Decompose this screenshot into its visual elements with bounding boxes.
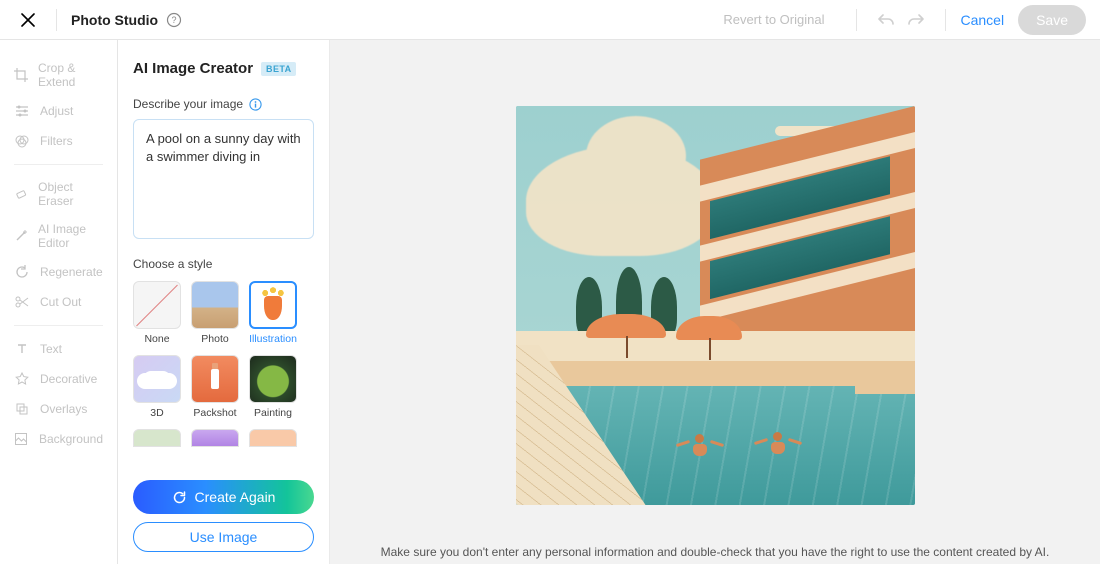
- redo-icon: [907, 12, 925, 28]
- style-label: Packshot: [191, 407, 239, 419]
- prompt-input[interactable]: [133, 119, 314, 239]
- style-option-painting[interactable]: [249, 355, 297, 403]
- use-image-button[interactable]: Use Image: [133, 522, 314, 552]
- regenerate-icon: [172, 490, 187, 505]
- style-option-illustration[interactable]: [249, 281, 297, 329]
- undo-button[interactable]: [877, 12, 895, 28]
- create-again-label: Create Again: [195, 489, 276, 505]
- overlays-icon: [14, 401, 30, 417]
- cancel-button[interactable]: Cancel: [960, 12, 1004, 28]
- sidebar-item-label: AI Image Editor: [38, 222, 103, 250]
- style-option-3d[interactable]: [133, 355, 181, 403]
- divider: [14, 325, 103, 326]
- sidebar-item-label: Cut Out: [40, 295, 81, 309]
- style-label: Photo: [191, 333, 239, 345]
- style-label: 3D: [133, 407, 181, 419]
- style-option-packshot[interactable]: [191, 355, 239, 403]
- sidebar-item-adjust[interactable]: Adjust: [0, 96, 117, 126]
- sidebar-item-text[interactable]: Text: [0, 334, 117, 364]
- style-label: None: [133, 333, 181, 345]
- style-option-partial[interactable]: [133, 429, 181, 447]
- divider: [945, 9, 946, 31]
- sidebar-item-label: Adjust: [40, 104, 73, 118]
- choose-style-label: Choose a style: [133, 257, 314, 271]
- edit-panel: AI Image Creator BETA Describe your imag…: [118, 40, 329, 564]
- svg-text:?: ?: [172, 15, 177, 25]
- wand-icon: [14, 228, 28, 244]
- styles-grid: None Photo Illustration 3D Packshot: [133, 281, 314, 472]
- sidebar-item-label: Object Eraser: [38, 180, 103, 208]
- divider: [56, 9, 57, 31]
- sidebar-item-label: Decorative: [40, 372, 97, 386]
- background-icon: [14, 431, 29, 447]
- crop-icon: [14, 67, 28, 83]
- canvas-area: Make sure you don't enter any personal i…: [329, 40, 1100, 564]
- style-label: Illustration: [249, 333, 297, 345]
- sidebar-item-overlays[interactable]: Overlays: [0, 394, 117, 424]
- style-option-photo[interactable]: [191, 281, 239, 329]
- beta-badge: BETA: [261, 62, 296, 76]
- undo-icon: [877, 12, 895, 28]
- regenerate-icon: [14, 264, 30, 280]
- sidebar-item-label: Filters: [40, 134, 73, 148]
- sidebar-item-label: Background: [39, 432, 103, 446]
- sidebar-item-crop[interactable]: Crop & Extend: [0, 54, 117, 96]
- sidebar-item-label: Text: [40, 342, 62, 356]
- close-icon: [21, 13, 35, 27]
- help-icon: ?: [166, 12, 182, 28]
- top-bar: Photo Studio ? Revert to Original Cancel…: [0, 0, 1100, 40]
- sidebar-item-background[interactable]: Background: [0, 424, 117, 454]
- scissors-icon: [14, 294, 30, 310]
- main: Crop & Extend Adjust Filters Object Eras…: [0, 40, 1100, 564]
- close-button[interactable]: [14, 13, 42, 27]
- sidebar-item-regenerate[interactable]: Regenerate: [0, 257, 117, 287]
- sidebar-item-ai-editor[interactable]: AI Image Editor: [0, 215, 117, 257]
- sidebar-item-label: Crop & Extend: [38, 61, 103, 89]
- eraser-icon: [14, 186, 28, 202]
- divider: [856, 9, 857, 31]
- describe-label: Describe your image: [133, 97, 243, 111]
- style-option-partial[interactable]: [191, 429, 239, 447]
- info-icon: [249, 98, 262, 111]
- sidebar-item-label: Regenerate: [40, 265, 103, 279]
- redo-button[interactable]: [907, 12, 925, 28]
- text-icon: [14, 341, 30, 357]
- generated-image-preview[interactable]: [516, 106, 915, 505]
- create-again-button[interactable]: Create Again: [133, 480, 314, 514]
- style-option-none[interactable]: [133, 281, 181, 329]
- info-button[interactable]: [249, 98, 262, 111]
- adjust-icon: [14, 103, 30, 119]
- ai-disclaimer: Make sure you don't enter any personal i…: [361, 545, 1070, 559]
- sidebar-item-cutout[interactable]: Cut Out: [0, 287, 117, 317]
- sidebar-item-eraser[interactable]: Object Eraser: [0, 173, 117, 215]
- save-button[interactable]: Save: [1018, 5, 1086, 35]
- sidebar-item-decorative[interactable]: Decorative: [0, 364, 117, 394]
- page-title: Photo Studio: [71, 12, 158, 28]
- left-nav: Crop & Extend Adjust Filters Object Eras…: [0, 40, 118, 564]
- sidebar-item-filters[interactable]: Filters: [0, 126, 117, 156]
- help-button[interactable]: ?: [166, 12, 182, 28]
- panel-title: AI Image Creator: [133, 60, 253, 77]
- style-option-partial[interactable]: [249, 429, 297, 447]
- filters-icon: [14, 133, 30, 149]
- revert-button[interactable]: Revert to Original: [723, 12, 824, 27]
- decorative-icon: [14, 371, 30, 387]
- divider: [14, 164, 103, 165]
- style-label: Painting: [249, 407, 297, 419]
- sidebar-item-label: Overlays: [40, 402, 87, 416]
